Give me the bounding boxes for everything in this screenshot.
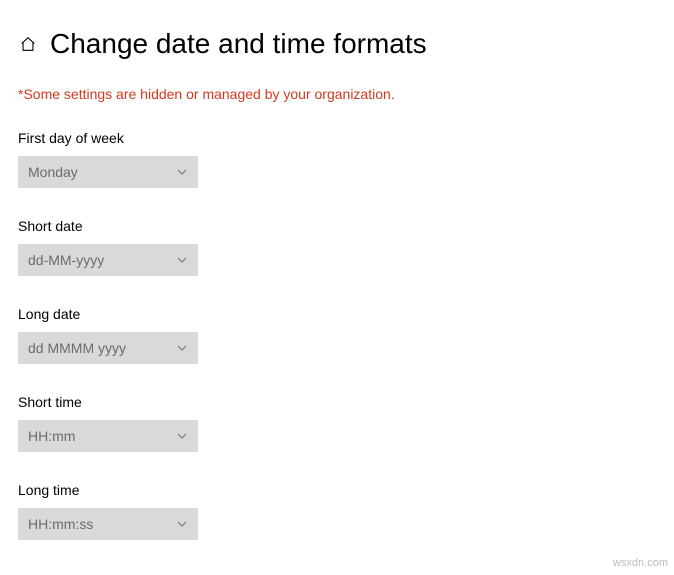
short-date-label: Short date (18, 218, 656, 234)
chevron-down-icon (174, 516, 190, 532)
org-warning-text: *Some settings are hidden or managed by … (18, 86, 656, 102)
chevron-down-icon (174, 252, 190, 268)
long-date-value: dd MMMM yyyy (28, 340, 174, 356)
long-date-label: Long date (18, 306, 656, 322)
chevron-down-icon (174, 164, 190, 180)
setting-long-date: Long date dd MMMM yyyy (18, 306, 656, 364)
watermark-text: wsxdn.com (613, 557, 668, 569)
setting-long-time: Long time HH:mm:ss (18, 482, 656, 540)
home-icon[interactable] (18, 34, 38, 54)
setting-short-time: Short time HH:mm (18, 394, 656, 452)
short-date-value: dd-MM-yyyy (28, 252, 174, 268)
short-time-dropdown[interactable]: HH:mm (18, 420, 198, 452)
chevron-down-icon (174, 340, 190, 356)
setting-first-day-of-week: First day of week Monday (18, 130, 656, 188)
short-time-label: Short time (18, 394, 656, 410)
setting-short-date: Short date dd-MM-yyyy (18, 218, 656, 276)
page-title: Change date and time formats (50, 30, 427, 58)
short-date-dropdown[interactable]: dd-MM-yyyy (18, 244, 198, 276)
long-time-label: Long time (18, 482, 656, 498)
first-day-of-week-label: First day of week (18, 130, 656, 146)
first-day-of-week-dropdown[interactable]: Monday (18, 156, 198, 188)
chevron-down-icon (174, 428, 190, 444)
first-day-of-week-value: Monday (28, 164, 174, 180)
page-header: Change date and time formats (18, 30, 656, 58)
long-time-dropdown[interactable]: HH:mm:ss (18, 508, 198, 540)
short-time-value: HH:mm (28, 428, 174, 444)
long-time-value: HH:mm:ss (28, 516, 174, 532)
long-date-dropdown[interactable]: dd MMMM yyyy (18, 332, 198, 364)
